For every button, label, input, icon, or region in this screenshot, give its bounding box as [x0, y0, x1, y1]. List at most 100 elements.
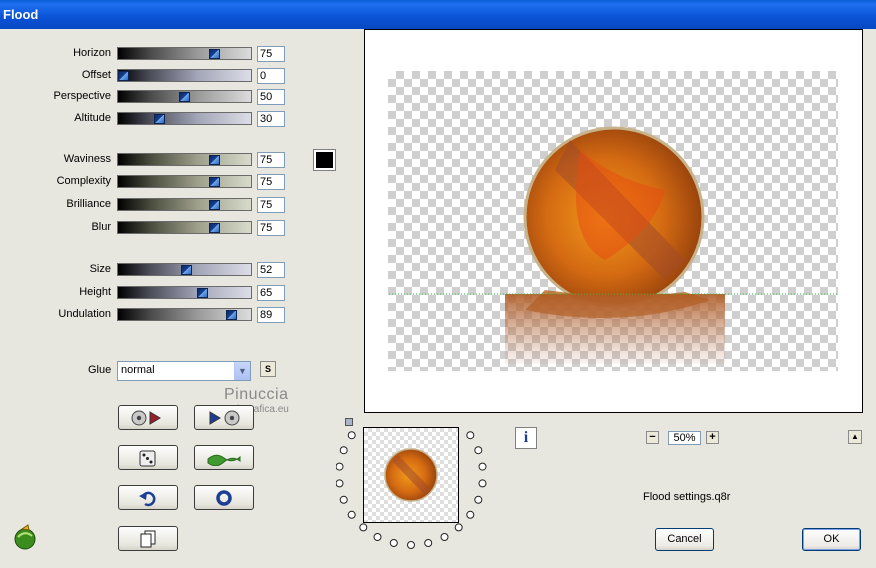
size-input[interactable]: 52 [257, 262, 285, 278]
size-label: Size [89, 263, 111, 275]
reset-button[interactable] [194, 485, 254, 510]
dial-dot[interactable] [336, 462, 344, 471]
dial-dot[interactable] [424, 539, 433, 547]
complexity-label: Complexity [56, 175, 111, 187]
slider-row-perspective: Perspective 50 [0, 89, 300, 105]
horizon-slider-thumb[interactable] [208, 49, 220, 59]
brilliance-input[interactable]: 75 [257, 197, 285, 213]
height-label: Height [79, 286, 111, 298]
brilliance-slider-thumb[interactable] [208, 200, 220, 210]
waviness-label: Waviness [63, 153, 111, 165]
wave-button[interactable] [194, 445, 254, 470]
waviness-slider-thumb[interactable] [208, 155, 220, 165]
dial-dot[interactable] [454, 523, 463, 532]
color-swatch[interactable] [313, 149, 336, 171]
s-button[interactable]: S [260, 361, 276, 377]
slider-row-size: Size 52 [0, 262, 300, 278]
perspective-input[interactable]: 50 [257, 89, 285, 105]
dial-dot[interactable] [466, 431, 475, 440]
dial-dot[interactable] [347, 431, 356, 440]
altitude-slider-thumb[interactable] [154, 114, 166, 124]
settings-file-label: Flood settings.q8r [643, 491, 731, 503]
ring-icon [216, 489, 232, 506]
undo-button[interactable] [118, 485, 178, 510]
cancel-button[interactable]: Cancel [655, 528, 714, 551]
offset-input[interactable]: 0 [257, 68, 285, 84]
dial-dot[interactable] [389, 539, 398, 547]
altitude-slider[interactable] [117, 112, 252, 125]
brilliance-slider[interactable] [117, 198, 252, 211]
blur-slider[interactable] [117, 221, 252, 234]
zoom-value: 50% [668, 431, 701, 445]
thumbnail-image [384, 448, 438, 502]
perspective-label: Perspective [53, 90, 111, 102]
height-slider-thumb[interactable] [196, 288, 208, 298]
load-preset-button[interactable] [118, 405, 178, 430]
size-slider-thumb[interactable] [180, 265, 192, 275]
waviness-input[interactable]: 75 [257, 152, 285, 168]
ok-button[interactable]: OK [802, 528, 861, 551]
complexity-slider[interactable] [117, 175, 252, 188]
blur-slider-thumb[interactable] [208, 223, 220, 233]
slider-row-brilliance: Brilliance 75 [0, 197, 300, 213]
info-button[interactable]: i [515, 427, 537, 449]
dial-dot[interactable] [440, 533, 449, 541]
blur-label: Blur [91, 221, 111, 233]
dial-dot[interactable] [347, 510, 356, 519]
undulation-slider-thumb[interactable] [225, 310, 237, 320]
chevron-down-icon[interactable]: ▼ [234, 362, 250, 380]
dial-dot[interactable] [478, 479, 487, 488]
zoom-out-button[interactable]: − [646, 431, 659, 444]
preview-area[interactable] [364, 29, 863, 413]
horizon-slider[interactable] [117, 47, 252, 60]
complexity-input[interactable]: 75 [257, 174, 285, 190]
dial-dot[interactable] [474, 495, 483, 504]
dial-dot[interactable] [466, 510, 475, 519]
dial-dot[interactable] [339, 495, 348, 504]
offset-slider-thumb[interactable] [118, 71, 129, 81]
copy-button[interactable] [118, 526, 178, 551]
thumbnail[interactable] [363, 427, 459, 523]
slider-row-waviness: Waviness 75 [0, 152, 300, 168]
waviness-slider[interactable] [117, 153, 252, 166]
slider-row-altitude: Altitude 30 [0, 111, 300, 127]
slider-row-offset: Offset 0 [0, 68, 300, 84]
window-title: Flood [3, 7, 39, 22]
brilliance-label: Brilliance [66, 198, 111, 210]
dial-dot[interactable] [478, 462, 487, 471]
dial-dot[interactable] [339, 446, 348, 455]
wave-icon [207, 454, 241, 466]
altitude-label: Altitude [74, 112, 111, 124]
zoom-in-button[interactable]: + [706, 431, 719, 444]
undulation-slider[interactable] [117, 308, 252, 321]
copy-page-icon [140, 530, 156, 547]
dial-handle[interactable] [345, 418, 353, 426]
height-slider[interactable] [117, 286, 252, 299]
undulation-input[interactable]: 89 [257, 307, 285, 323]
slider-row-blur: Blur 75 [0, 220, 300, 236]
glue-select[interactable]: normal ▼ [117, 361, 251, 381]
altitude-input[interactable]: 30 [257, 111, 285, 127]
perspective-slider-thumb[interactable] [178, 92, 190, 102]
collapse-button[interactable]: ▲ [848, 430, 862, 444]
height-input[interactable]: 65 [257, 285, 285, 301]
title-bar: Flood [0, 0, 876, 29]
disc-to-play-icon [131, 410, 161, 425]
blur-input[interactable]: 75 [257, 220, 285, 236]
dial-dot[interactable] [407, 541, 415, 549]
offset-slider[interactable] [117, 69, 252, 82]
complexity-slider-thumb[interactable] [208, 177, 220, 187]
undo-icon [139, 491, 156, 506]
watermark-name: Pinuccia [224, 386, 289, 403]
save-preset-button[interactable] [194, 405, 254, 430]
dial-dot[interactable] [373, 533, 382, 541]
perspective-slider[interactable] [117, 90, 252, 103]
dial-dot[interactable] [336, 479, 344, 488]
slider-row-height: Height 65 [0, 285, 300, 301]
size-slider[interactable] [117, 263, 252, 276]
dial-dot[interactable] [359, 523, 368, 532]
dice-icon [139, 450, 156, 466]
horizon-input[interactable]: 75 [257, 46, 285, 62]
randomize-button[interactable] [118, 445, 178, 470]
dial-dot[interactable] [474, 446, 483, 455]
